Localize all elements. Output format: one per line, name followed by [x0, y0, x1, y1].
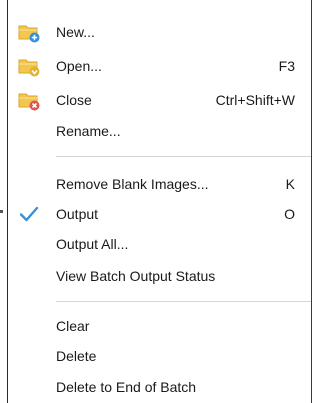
- menu-item-label: New...: [56, 24, 95, 40]
- menu-item-view-batch-output-status[interactable]: View Batch Output Status: [8, 261, 311, 291]
- menu-separator: [56, 301, 311, 302]
- menu-item-close[interactable]: Close Ctrl+Shift+W: [8, 85, 311, 115]
- menu-item-label: Delete: [56, 348, 97, 364]
- menu-item-output-all[interactable]: Output All...: [8, 229, 311, 259]
- folder-new-icon: [18, 25, 40, 43]
- menu-item-clear[interactable]: Clear: [8, 311, 311, 341]
- menu-item-label: Close: [56, 92, 92, 108]
- menu-item-label: Clear: [56, 318, 90, 334]
- menu-item-delete-to-end-of-batch[interactable]: Delete to End of Batch: [8, 372, 311, 402]
- folder-close-icon: [18, 93, 40, 111]
- menu-item-rename[interactable]: Rename...: [8, 116, 311, 146]
- left-edge-mark: [0, 210, 3, 213]
- menu-item-shortcut: Ctrl+Shift+W: [215, 92, 295, 108]
- menu-item-label: Open...: [56, 58, 102, 74]
- menu-item-label: Output: [56, 206, 99, 222]
- menu-item-label: Delete to End of Batch: [56, 379, 197, 395]
- menu-item-remove-blank-images[interactable]: Remove Blank Images... K: [8, 169, 311, 199]
- menu-item-output[interactable]: Output O: [8, 199, 311, 229]
- menu-item-new[interactable]: New...: [8, 17, 311, 47]
- menu-item-shortcut: F3: [278, 58, 295, 74]
- batch-context-menu: New... Open... F3 Close Ctrl+Shift+W Ren…: [7, 0, 312, 403]
- menu-separator: [56, 156, 311, 157]
- menu-item-label: Rename...: [56, 123, 121, 139]
- menu-item-label: Remove Blank Images...: [56, 176, 209, 192]
- menu-item-open[interactable]: Open... F3: [8, 51, 311, 81]
- menu-item-shortcut: O: [284, 206, 295, 222]
- menu-item-delete[interactable]: Delete: [8, 341, 311, 371]
- menu-item-label: Output All...: [56, 236, 129, 252]
- folder-open-icon: [18, 59, 40, 77]
- checkmark-icon: [19, 206, 39, 222]
- menu-item-shortcut: K: [285, 176, 295, 192]
- menu-item-label: View Batch Output Status: [56, 268, 216, 284]
